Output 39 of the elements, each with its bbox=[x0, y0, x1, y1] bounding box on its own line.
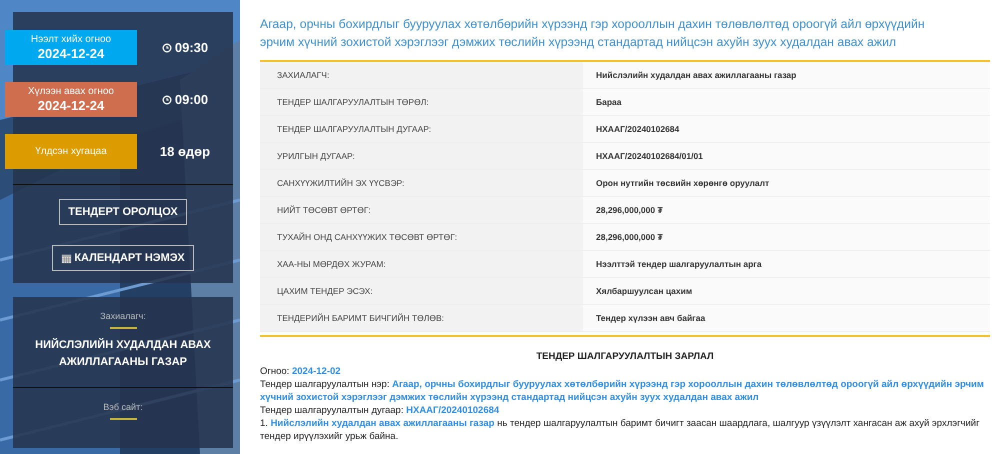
detail-label: УРИЛГЫН ДУГААР: bbox=[260, 143, 583, 169]
detail-label: САНХҮҮЖИЛТИЙН ЭХ ҮҮСВЭР: bbox=[260, 170, 583, 196]
detail-label: ЦАХИМ ТЕНДЕР ЭСЭХ: bbox=[260, 278, 583, 304]
detail-label: ТЕНДЕР ШАЛГАРУУЛАЛТЫН ТӨРӨЛ: bbox=[260, 89, 583, 115]
detail-value: Нийслэлийн худалдан авах ажиллагааны газар bbox=[583, 62, 990, 88]
detail-value: НХААГ/20240102684 bbox=[583, 116, 990, 142]
detail-value: Нээлттэй тендер шалгаруулалтын арга bbox=[583, 251, 990, 277]
detail-label: ЗАХИАЛАГЧ: bbox=[260, 62, 583, 88]
date-value: 2024-12-24 bbox=[38, 46, 104, 61]
detail-value: НХААГ/20240102684/01/01 bbox=[583, 143, 990, 169]
detail-label: ТЕНДЕРИЙН БАРИМТ БИЧГИЙН ТӨЛӨВ: bbox=[260, 305, 583, 331]
calendar-button[interactable]: КАЛЕНДАРТ НЭМЭХ bbox=[52, 245, 194, 271]
website-label: Вэб сайт: bbox=[103, 402, 143, 412]
announcement-text: Огноо: 2024-12-02 bbox=[260, 365, 342, 378]
time-value: 09:00 bbox=[174, 92, 208, 107]
participate-button[interactable]: ТЕНДЕРТ ОРОЛЦОХ bbox=[59, 199, 187, 225]
announcement-heading: ТЕНДЕР ШАЛГАРУУЛАЛТЫН ЗАРЛАЛ bbox=[535, 350, 715, 363]
date-label: Үлдсэн хугацаа bbox=[35, 146, 107, 157]
time-value: 09:30 bbox=[174, 40, 208, 55]
detail-value: Орон нутгийн төсвийн хөрөнгө оруулалт bbox=[583, 170, 990, 196]
customer-label: Захиалагч: bbox=[100, 311, 146, 321]
detail-value: Хялбаршуулсан цахим bbox=[583, 278, 990, 304]
detail-label: ТЕНДЕР ШАЛГАРУУЛАЛТЫН ДУГААР: bbox=[260, 116, 583, 142]
date-label: Нээлт хийх огноо bbox=[30, 34, 112, 45]
detail-label: ТУХАЙН ОНД САНХҮҮЖИХ ТӨСӨВТ ӨРТӨГ: bbox=[260, 224, 583, 250]
announcement-text: Тендер шалгаруулалтын нэр: Агаар, орчны бохирдлыг бууруулах хөтөлбөрийн хүрээнд гэр хорооллын дахин төлөвлөлтөд ороогүй айл өрхүүдийн эрчим хүчний зохистой хэрэглээг дэмжих төслийн хүрээнд стандартад нийцсэн ахуйн зуух худалдан авах ажил bbox=[260, 378, 985, 404]
date-label: Хүлээн авах огноо bbox=[28, 86, 114, 97]
announcement-text: 1. Нийслэлийн худалдан авах ажиллагааны газар нь тендер шалгаруулалтын баримт бичигт заасан шаардлага, шалгуур үзүүлэлт хангасан аж ахуй эрхлэгчийг тендер ирүүлэхийг урьж байна. bbox=[260, 417, 981, 443]
detail-value: Бараа bbox=[583, 89, 990, 115]
announcement-text: Тендер шалгаруулалтын дугаар: НХААГ/20240102684 bbox=[260, 404, 500, 417]
detail-value: Тендер хүлээн авч байгаа bbox=[583, 305, 990, 331]
detail-value: 28,296,000,000 ₮ bbox=[583, 197, 990, 223]
time-value: 18 өдөр bbox=[160, 144, 210, 159]
detail-label: ХАА-НЫ МӨРДӨХ ЖУРАМ: bbox=[260, 251, 583, 277]
tender-title: Агаар, орчны бохирдлыг бууруулах хөтөлбөрийн хүрээнд гэр хорооллын дахин төлөвлөлтөд ороогүй айл өрхүүдийн эрчим хүчний зохистой хэрэглээг дэмжих төслийн хүрээнд стандартад нийцсэн ахуйн зуух худалдан авах ажил bbox=[260, 16, 926, 51]
customer-name: НИЙСЛЭЛИЙН ХУДАЛДАН АВАХ АЖИЛЛАГААНЫ ГАЗАР bbox=[34, 337, 212, 370]
date-value: 2024-12-24 bbox=[38, 98, 104, 113]
detail-label: НИЙТ ТӨСӨВТ ӨРТӨГ: bbox=[260, 197, 583, 223]
detail-value: 28,296,000,000 ₮ bbox=[583, 224, 990, 250]
